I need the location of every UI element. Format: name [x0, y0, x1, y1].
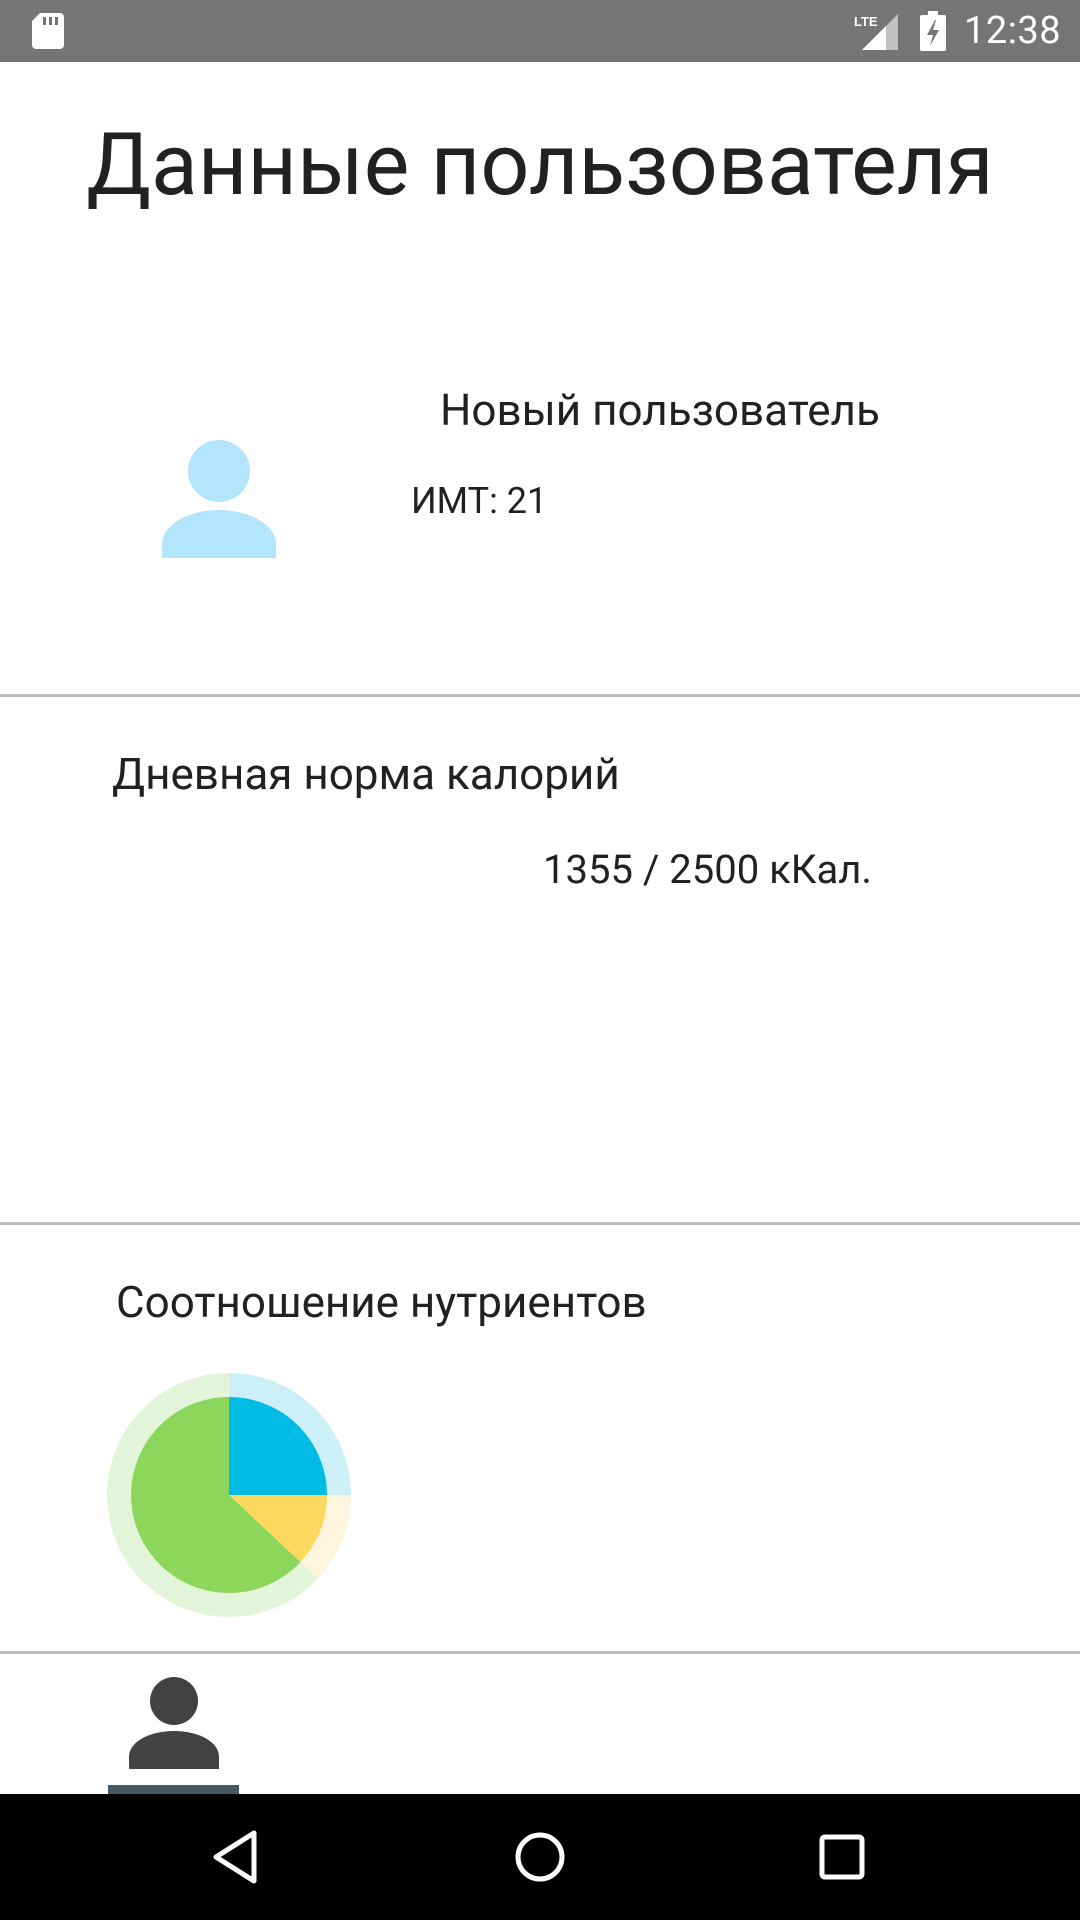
avatar[interactable]: [160, 440, 278, 562]
nutrients-pie-chart[interactable]: [106, 1372, 352, 1618]
person-icon: [162, 440, 276, 558]
system-nav-bar: [0, 1794, 1080, 1920]
status-bar: LTE 12:38: [0, 0, 1080, 62]
bottom-tab-profile[interactable]: [108, 1668, 239, 1794]
divider: [0, 694, 1080, 697]
calories-value: 1355 / 2500 кКал.: [543, 846, 872, 893]
pie-slices: [131, 1397, 327, 1593]
nutrients-title: Соотношение нутриентов: [116, 1276, 647, 1328]
back-icon[interactable]: [206, 1827, 266, 1887]
lte-signal-icon: LTE: [852, 12, 900, 56]
sd-card-icon: [32, 13, 64, 53]
person-icon: [129, 1677, 219, 1769]
tab-active-indicator: [108, 1785, 239, 1794]
status-clock: 12:38: [964, 9, 1062, 53]
screen: LTE 12:38 Данные пользователя Новый поль…: [0, 0, 1080, 1920]
battery-charging-icon: [920, 11, 946, 55]
page-title: Данные пользователя: [86, 114, 994, 215]
svg-text:LTE: LTE: [854, 14, 878, 29]
divider: [0, 1222, 1080, 1225]
divider: [0, 1651, 1080, 1654]
recents-icon[interactable]: [812, 1827, 872, 1887]
home-icon[interactable]: [510, 1827, 570, 1887]
bmi-value: ИМТ: 21: [411, 480, 548, 522]
calories-title: Дневная норма калорий: [112, 748, 620, 800]
user-name: Новый пользователь: [440, 384, 880, 436]
